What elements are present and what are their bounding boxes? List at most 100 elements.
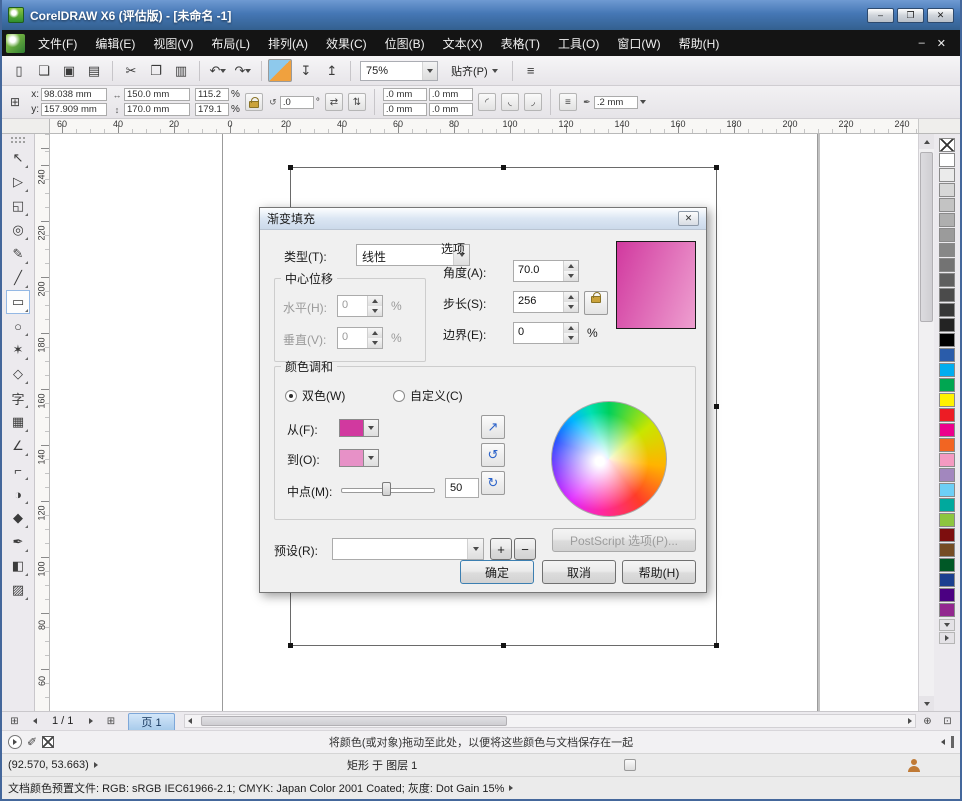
chamfered-corner-button[interactable]: ◞	[524, 93, 542, 111]
color-swatch[interactable]	[939, 408, 955, 422]
color-swatch[interactable]	[939, 213, 955, 227]
scale-y-field[interactable]: 179.1	[195, 103, 229, 116]
color-swatch[interactable]	[939, 228, 955, 242]
menu-arrange[interactable]: 排列(A)	[259, 31, 317, 56]
next-page-button[interactable]	[82, 714, 99, 729]
selection-handle[interactable]	[288, 165, 293, 170]
horizontal-offset-input[interactable]: 0	[337, 295, 383, 317]
selection-handle[interactable]	[714, 643, 719, 648]
from-color-caret[interactable]	[364, 420, 378, 436]
open-button[interactable]: ❏	[32, 59, 56, 82]
save-button[interactable]: ▣	[57, 59, 81, 82]
color-swatch[interactable]	[939, 543, 955, 557]
color-swatch[interactable]	[939, 303, 955, 317]
new-button[interactable]: ▯	[7, 59, 31, 82]
polygon-tool[interactable]: ✶	[6, 338, 30, 362]
dimension-tool[interactable]: ∠	[6, 434, 30, 458]
angle-input[interactable]: 70.0	[513, 260, 579, 282]
vertical-ruler[interactable]: 2402202001801601401201008060	[35, 134, 50, 711]
outline-pen-tool[interactable]: ✒	[6, 530, 30, 554]
scroll-left-button[interactable]	[188, 718, 192, 724]
selection-handle[interactable]	[288, 643, 293, 648]
zoom-level-combo[interactable]: 75%	[360, 61, 438, 81]
menu-text[interactable]: 文本(X)	[434, 31, 492, 56]
zoom-tool[interactable]: ◎	[6, 218, 30, 242]
edge-down[interactable]	[564, 333, 578, 343]
undo-button[interactable]: ↶	[206, 59, 230, 82]
color-swatch[interactable]	[939, 273, 955, 287]
collapse-left-icon[interactable]	[941, 739, 945, 745]
connector-tool[interactable]: ⌐	[6, 458, 30, 482]
color-swatch[interactable]	[939, 528, 955, 542]
cancel-button[interactable]: 取消	[542, 560, 616, 584]
document-close-button[interactable]: ✕	[937, 37, 946, 50]
add-preset-button[interactable]: +	[490, 538, 512, 560]
postscript-options-button[interactable]: PostScript 选项(P)...	[552, 528, 696, 552]
color-swatch[interactable]	[939, 363, 955, 377]
export-button[interactable]: ↥	[320, 59, 344, 82]
crop-tool[interactable]: ◱	[6, 194, 30, 218]
angle-down[interactable]	[564, 271, 578, 281]
add-page-end-button[interactable]: ⊞	[102, 714, 119, 729]
scroll-right-button[interactable]	[908, 718, 912, 724]
selection-handle[interactable]	[714, 165, 719, 170]
menu-effects[interactable]: 效果(C)	[317, 31, 376, 56]
color-swatch[interactable]	[939, 438, 955, 452]
document-properties-icon[interactable]	[624, 759, 636, 771]
angle-up[interactable]	[564, 261, 578, 271]
outline-width-combo[interactable]: .2 mm	[594, 96, 638, 109]
menu-file[interactable]: 文件(F)	[29, 31, 86, 56]
presets-combo-caret[interactable]	[467, 539, 483, 559]
lock-ratio-button[interactable]	[245, 93, 263, 111]
dialog-titlebar[interactable]: 渐变填充 ✕	[260, 208, 706, 230]
rotation-angle-field[interactable]: .0	[280, 96, 314, 109]
no-color-well[interactable]	[42, 736, 54, 748]
color-swatch[interactable]	[939, 333, 955, 347]
to-color-caret[interactable]	[364, 450, 378, 466]
minimize-button[interactable]: –	[867, 8, 894, 23]
ok-button[interactable]: 确定	[460, 560, 534, 584]
color-swatch[interactable]	[939, 588, 955, 602]
vertical-scrollbar[interactable]	[918, 134, 934, 711]
color-swatch[interactable]	[939, 258, 955, 272]
horizontal-scrollbar-thumb[interactable]	[201, 716, 508, 726]
from-color-picker[interactable]	[339, 419, 379, 437]
vertical-scrollbar-thumb[interactable]	[920, 152, 933, 322]
color-swatch[interactable]	[939, 288, 955, 302]
fill-tool[interactable]: ◧	[6, 554, 30, 578]
menu-tools[interactable]: 工具(O)	[549, 31, 608, 56]
menu-bitmaps[interactable]: 位图(B)	[376, 31, 434, 56]
zoom-combo-caret[interactable]	[422, 62, 437, 80]
palette-flyout-button[interactable]	[939, 632, 955, 644]
color-swatch[interactable]	[939, 513, 955, 527]
paste-button[interactable]: ▥	[169, 59, 193, 82]
presets-combo[interactable]	[332, 538, 484, 560]
color-swatch[interactable]	[939, 153, 955, 167]
redo-button[interactable]: ↷	[231, 59, 255, 82]
color-wheel[interactable]	[551, 401, 667, 517]
zoom-page-button[interactable]: ⊕	[919, 714, 936, 729]
application-launcher-button[interactable]	[268, 59, 292, 82]
interactive-fill-tool[interactable]: ▨	[6, 578, 30, 602]
menu-edit[interactable]: 编辑(E)	[86, 31, 144, 56]
cut-button[interactable]: ✂	[119, 59, 143, 82]
selection-handle[interactable]	[714, 404, 719, 409]
mirror-vertical-button[interactable]: ⇅	[348, 93, 366, 111]
corner-radius-tr-field[interactable]: .0 mm	[429, 88, 473, 101]
fit-page-button[interactable]: ⊡	[939, 714, 956, 729]
selection-handle[interactable]	[501, 165, 506, 170]
gradient-rotate-ccw-button[interactable]: ↺	[481, 443, 505, 467]
text-tool[interactable]: 字	[6, 386, 30, 410]
color-swatch[interactable]	[939, 498, 955, 512]
profile-expand-icon[interactable]	[509, 785, 513, 791]
color-swatch[interactable]	[939, 573, 955, 587]
corner-radius-tl-field[interactable]: .0 mm	[383, 88, 427, 101]
vertical-offset-input[interactable]: 0	[337, 327, 383, 349]
custom-radio[interactable]: 自定义(C)	[393, 387, 463, 404]
y-position-field[interactable]: 157.909 mm	[41, 103, 107, 116]
close-button[interactable]: ✕	[927, 8, 954, 23]
document-minimize-button[interactable]: –	[919, 37, 925, 50]
mirror-horizontal-button[interactable]: ⇄	[325, 93, 343, 111]
color-swatch[interactable]	[939, 168, 955, 182]
color-swatch[interactable]	[939, 453, 955, 467]
